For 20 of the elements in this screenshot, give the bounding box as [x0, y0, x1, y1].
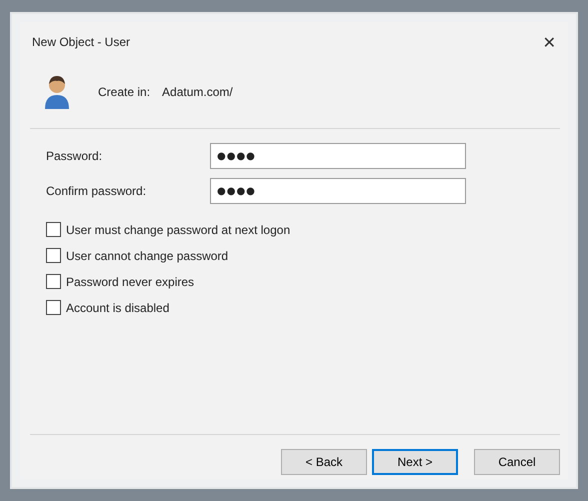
checkbox[interactable]: [46, 300, 61, 315]
dialog-button[interactable]: Cancel: [474, 449, 560, 475]
create-in-label: Create in:: [98, 85, 150, 99]
dialog-button[interactable]: Next >: [372, 449, 458, 475]
dialog-button[interactable]: < Back: [281, 449, 367, 475]
checkbox[interactable]: [46, 222, 61, 237]
field-label: Confirm password:: [46, 184, 148, 198]
checkbox[interactable]: [46, 248, 61, 263]
user-icon: [42, 74, 72, 110]
checkbox-label: User must change password at next logon: [66, 222, 290, 236]
checkbox-label: User cannot change password: [66, 248, 228, 262]
password-field[interactable]: ●●●●: [210, 143, 466, 169]
password-field[interactable]: ●●●●: [210, 178, 466, 204]
create-in-path: Adatum.com/: [162, 85, 233, 99]
checkbox-label: Account is disabled: [66, 300, 170, 314]
window-title: New Object - User: [32, 35, 130, 49]
checkbox-label: Password never expires: [66, 274, 194, 288]
field-label: Password:: [46, 149, 104, 163]
close-button[interactable]: ✕: [538, 30, 560, 54]
checkbox[interactable]: [46, 274, 61, 289]
